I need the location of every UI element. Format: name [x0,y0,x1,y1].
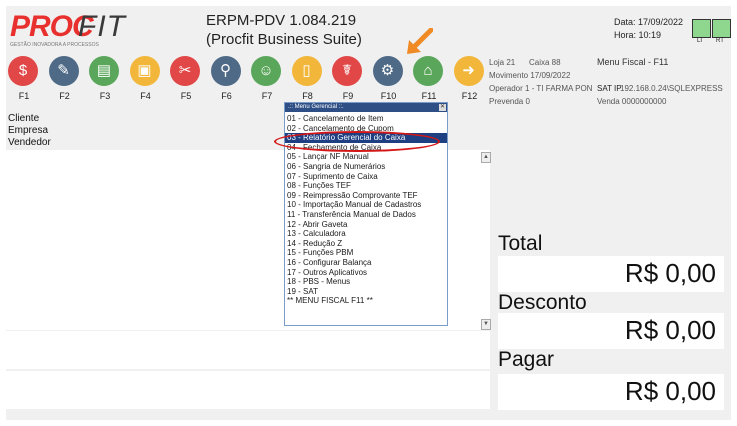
arrow-right-icon: ➜ [453,56,484,86]
close-icon[interactable]: ✕ [439,104,446,111]
id-card-icon: ▣ [129,56,160,86]
caixa-info: Caixa 88 [529,58,561,67]
toolbar-key-label: F7 [261,91,273,101]
menu-item[interactable]: 09 - Reimpressão Comprovante TEF [285,191,447,201]
money-bag-icon: $ [8,56,38,86]
menu-title-bar: .:: Menu Gerencial ::. ✕ [285,103,447,112]
toolbar-button-f3[interactable]: ▤ F3 [87,54,123,104]
phone-icon: ▯ [291,56,322,86]
vendedor-label: Vendedor [8,137,51,148]
search-icon: ⚲ [210,56,241,86]
pagar-box: R$ 0,00 [498,374,724,410]
menu-item[interactable]: 11 - Transferência Manual de Dados [285,210,447,220]
scroll-up-button[interactable]: ▲ [481,152,491,163]
orange-arrow-annotation-icon [407,28,433,54]
indicator-rt [712,19,731,38]
toolbar-button-f5[interactable]: ✂ F5 [168,54,204,104]
menu-item[interactable]: 13 - Calculadora [285,229,447,239]
menu-item[interactable]: 12 - Abrir Gaveta [285,220,447,230]
edit-icon: ✎ [48,56,79,86]
date-label: Data: 17/09/2022 [614,17,684,27]
toolbar-button-f2[interactable]: ✎ F2 [47,54,83,104]
toolbar-button-f12[interactable]: ➜ F12 [452,54,488,104]
indicator-li [692,19,711,38]
desconto-label: Desconto [498,291,587,314]
cancel-tag-icon: ✂ [170,56,200,86]
menu-item[interactable]: 05 - Lançar NF Manual [285,152,447,162]
toolbar-key-label: F3 [99,91,111,101]
pagar-value: R$ 0,00 [624,376,716,406]
toolbar-key-label: F9 [342,91,354,101]
app-title-version: ERPM-PDV 1.084.219 [206,12,357,29]
desconto-box: R$ 0,00 [498,313,724,349]
empresa-label: Empresa [8,125,49,136]
cliente-label: Cliente [8,113,40,124]
pagar-label: Pagar [498,348,555,371]
indicator-li-label: LI [697,38,703,44]
toolbar-button-f1[interactable]: $ F1 [6,54,42,104]
indicator-rt-label: RT [716,38,724,44]
loja-info: Loja 21 [489,58,516,67]
procfit-logo: PROC FIT GESTÃO INOVADORA A PROCESSOS [10,10,130,50]
toolbar-key-label: F5 [180,91,192,101]
red-highlight-annotation [274,131,440,152]
pharmacy-icon: ☤ [332,56,362,86]
desconto-value: R$ 0,00 [624,315,716,345]
logo-fit-text: FIT [78,10,126,43]
time-label: Hora: 10:19 [614,30,662,40]
menu-title: .:: Menu Gerencial ::. [288,104,344,110]
menu-item[interactable]: 07 - Suprimento de Caixa [285,172,447,182]
movimento-info: Movimento 17/09/2022 [489,71,571,80]
menu-item[interactable]: 16 - Configurar Balança [285,258,447,268]
menu-item[interactable]: 18 - PBS - Menus [285,277,447,287]
toolbar-button-f8[interactable]: ▯ F8 [290,54,326,104]
menu-item[interactable]: 08 - Funções TEF [285,181,447,191]
scroll-down-button[interactable]: ▼ [481,319,491,330]
total-value: R$ 0,00 [624,258,716,288]
toolbar-key-label: F2 [59,91,70,101]
toolbar-button-f7[interactable]: ☺ F7 [249,54,285,104]
logo-tagline: GESTÃO INOVADORA A PROCESSOS [10,42,99,48]
app-title-suite: (Procfit Business Suite) [206,31,362,48]
toolbar-key-label: F12 [461,91,478,101]
menu-item[interactable]: 19 - SAT [285,287,447,297]
toolbar-button-f6[interactable]: ⚲ F6 [209,54,245,104]
operador-info: Operador 1 - TI FARMA PON [489,84,593,93]
function-toolbar: $ F1 ✎ F2 ▤ F3 ▣ F4 ✂ F5 ⚲ F6 ☺ F7 ▯ F8 ☤ F9 ⚙ F10 ⌂ F11 ➜ F12 [6,54,486,104]
sat-ip: 192.168.0.24\SQLEXPRESS [620,84,723,93]
app-title: ERPM-PDV 1.084.219 (Procfit Business Sui… [206,11,362,49]
toolbar-button-f11[interactable]: ⌂ F11 [411,54,447,104]
menu-fiscal-label: Menu Fiscal - F11 [597,57,669,67]
menu-item[interactable]: 15 - Funções PBM [285,248,447,258]
toolbar-button-f9[interactable]: ☤ F9 [330,54,366,104]
session-info: Loja 21 Caixa 88 Menu Fiscal - F11 Movim… [487,55,731,106]
prevenda-info: Prevenda 0 [489,97,530,106]
toolbar-button-f10[interactable]: ⚙ F10 [371,54,407,104]
bank-icon: ⌂ [413,56,443,86]
toolbar-button-f4[interactable]: ▣ F4 [128,54,164,104]
menu-item[interactable]: 10 - Importação Manual de Cadastros [285,200,447,210]
total-box: R$ 0,00 [498,256,724,292]
total-label: Total [498,232,543,255]
menu-item[interactable]: 01 - Cancelamento de Item [285,114,447,124]
menu-item[interactable]: 06 - Sangria de Numerários [285,162,447,172]
toolbar-key-label: F10 [380,91,397,101]
message-box [6,371,490,409]
toolbar-key-label: F4 [140,91,151,101]
date-time: Data: 17/09/2022 Hora: 10:19 [614,16,683,42]
toolbar-key-label: F1 [18,91,30,101]
gear-icon: ⚙ [372,56,403,86]
toolbar-key-label: F8 [302,91,313,101]
venda-info: Venda 0000000000 [597,97,667,106]
toolbar-key-label: F11 [421,91,437,101]
menu-item[interactable]: 14 - Redução Z [285,239,447,249]
item-detail-box [6,331,490,369]
users-icon: ☺ [251,56,281,86]
menu-item[interactable]: ** MENU FISCAL F11 ** [285,296,447,306]
toolbar-key-label: F6 [221,91,232,101]
sat-label: SAT IP [597,84,622,93]
menu-item[interactable]: 17 - Outros Aplicativos [285,268,447,278]
cash-icon: ▤ [89,56,119,86]
